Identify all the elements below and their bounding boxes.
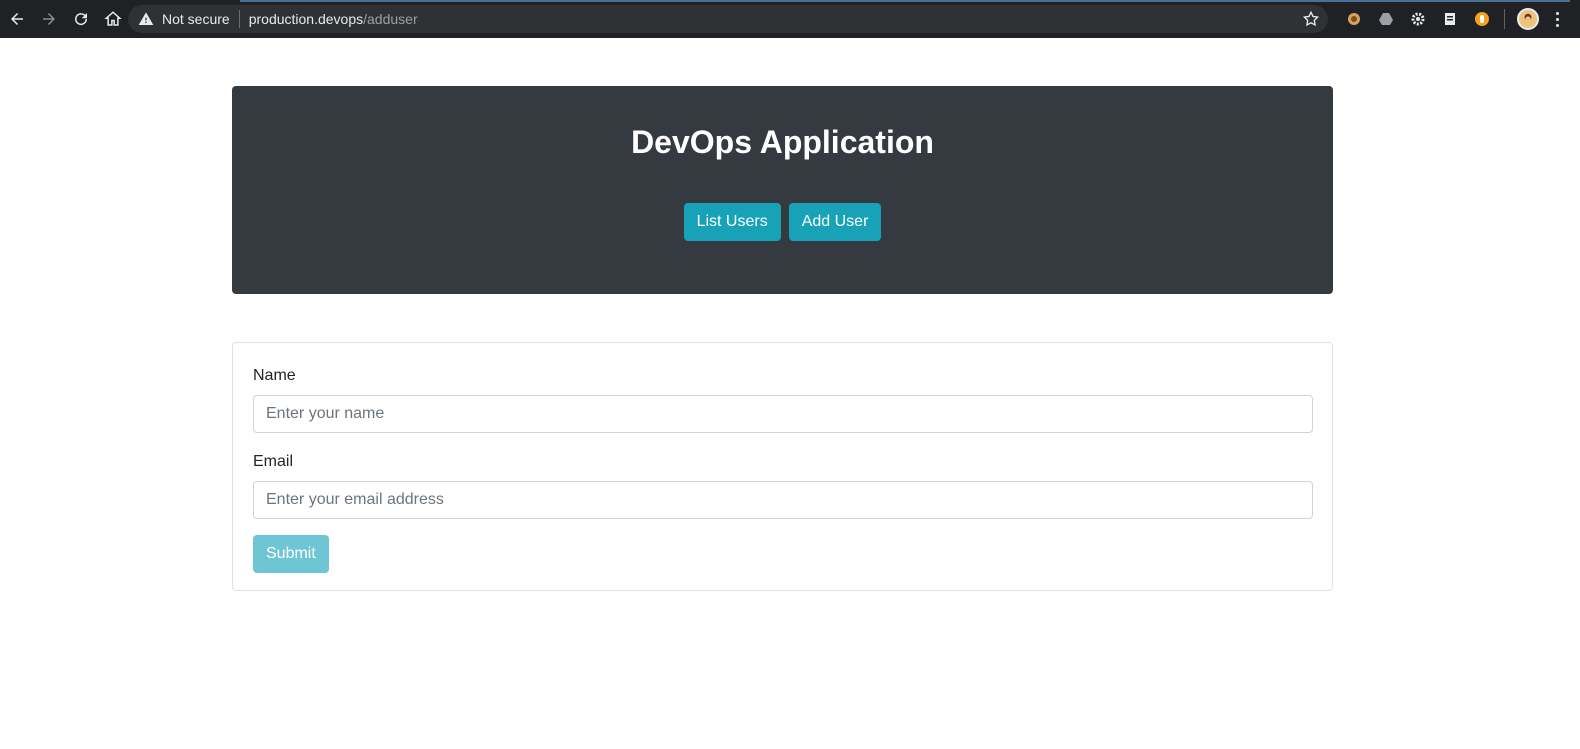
forward-button[interactable] bbox=[34, 4, 64, 34]
back-button[interactable] bbox=[2, 4, 32, 34]
hand-extension-button[interactable] bbox=[1471, 8, 1493, 30]
tab-accent-line bbox=[240, 0, 1570, 2]
extensions-tray bbox=[1338, 4, 1565, 34]
bookmark-star-icon[interactable] bbox=[1302, 10, 1320, 28]
extension-icon bbox=[1348, 13, 1360, 25]
forward-icon bbox=[43, 13, 55, 25]
address-bar[interactable]: Not secure production.devops/adduser bbox=[128, 5, 1328, 33]
list-users-button[interactable]: List Users bbox=[683, 203, 781, 241]
submit-button[interactable]: Submit bbox=[253, 535, 329, 573]
header-actions: List Users Add User bbox=[232, 203, 1333, 241]
divider bbox=[238, 10, 240, 28]
app-header: DevOps Application List Users Add User bbox=[232, 86, 1333, 294]
url-path: /adduser bbox=[363, 11, 418, 27]
name-label: Name bbox=[253, 367, 296, 384]
name-input[interactable] bbox=[253, 395, 1313, 433]
home-button[interactable] bbox=[98, 4, 128, 34]
security-label[interactable]: Not secure bbox=[162, 11, 230, 27]
reload-button[interactable] bbox=[66, 4, 96, 34]
drive-extension-button[interactable] bbox=[1375, 8, 1397, 30]
browser-toolbar: Not secure production.devops/adduser bbox=[0, 0, 1580, 38]
add-user-form: Name Email Submit bbox=[232, 342, 1333, 591]
home-icon bbox=[104, 11, 122, 26]
document-icon bbox=[1445, 13, 1455, 25]
hand-icon bbox=[1475, 12, 1489, 26]
drive-icon bbox=[1379, 13, 1393, 25]
add-user-button[interactable]: Add User bbox=[788, 203, 882, 241]
gear-icon bbox=[1411, 12, 1425, 26]
menu-icon[interactable] bbox=[1549, 8, 1565, 30]
back-icon bbox=[11, 13, 23, 25]
email-input[interactable] bbox=[253, 481, 1313, 519]
avatar-icon bbox=[1524, 13, 1532, 22]
document-extension-button[interactable] bbox=[1439, 8, 1461, 30]
url-host: production.devops bbox=[248, 11, 364, 27]
warning-icon bbox=[138, 12, 154, 25]
settings-extension-button[interactable] bbox=[1407, 8, 1429, 30]
profile-avatar-button[interactable] bbox=[1517, 8, 1539, 30]
page-title: DevOps Application bbox=[631, 124, 934, 160]
extension-button[interactable] bbox=[1343, 8, 1365, 30]
divider bbox=[1504, 9, 1505, 29]
reload-icon bbox=[75, 13, 88, 26]
email-label: Email bbox=[253, 453, 294, 470]
